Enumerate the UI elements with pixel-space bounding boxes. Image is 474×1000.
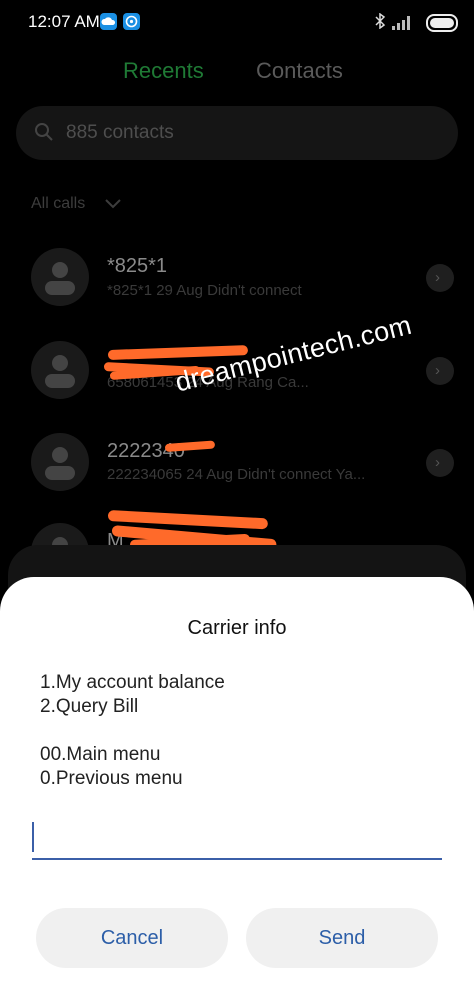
ussd-menu-line: 2.Query Bill bbox=[40, 696, 139, 717]
ussd-menu-line: 0.Previous menu bbox=[40, 768, 183, 789]
tab-recents[interactable]: Recents bbox=[123, 58, 204, 84]
call-detail: 222234065 24 Aug Didn't connect Ya... bbox=[107, 466, 366, 483]
messenger-app-icon bbox=[123, 13, 140, 30]
call-info-arrow-icon[interactable]: › bbox=[426, 449, 454, 477]
search-bar[interactable]: 885 contacts bbox=[16, 106, 458, 160]
tab-contacts[interactable]: Contacts bbox=[256, 58, 343, 84]
call-detail: *825*1 29 Aug Didn't connect bbox=[107, 282, 302, 299]
status-time: 12:07 AM bbox=[28, 12, 100, 31]
call-filter-label[interactable]: All calls bbox=[31, 195, 85, 213]
signal-icon bbox=[392, 16, 414, 35]
avatar bbox=[31, 433, 89, 491]
carrier-info-dialog: Carrier info 1.My account balance 2.Quer… bbox=[0, 577, 474, 1000]
avatar bbox=[31, 248, 89, 306]
search-input[interactable]: 885 contacts bbox=[66, 122, 174, 144]
ussd-response-field[interactable] bbox=[32, 820, 442, 860]
chevron-down-icon[interactable] bbox=[104, 196, 122, 214]
send-button[interactable]: Send bbox=[246, 908, 438, 968]
ussd-menu-line: 1.My account balance bbox=[40, 672, 225, 693]
search-icon bbox=[34, 122, 54, 147]
call-log-item[interactable]: 2222340 222234065 24 Aug Didn't connect … bbox=[0, 428, 474, 508]
bluetooth-icon bbox=[374, 12, 386, 33]
cancel-button[interactable]: Cancel bbox=[36, 908, 228, 968]
ussd-menu-line: 00.Main menu bbox=[40, 744, 161, 765]
tab-bar: Recents Contacts bbox=[0, 58, 474, 92]
status-bar: 12:07 AM bbox=[0, 0, 474, 44]
call-info-arrow-icon[interactable]: › bbox=[426, 264, 454, 292]
cloud-app-icon bbox=[100, 13, 117, 30]
avatar bbox=[31, 341, 89, 399]
call-name: *825*1 bbox=[107, 255, 168, 277]
call-info-arrow-icon[interactable]: › bbox=[426, 357, 454, 385]
ussd-response-input[interactable] bbox=[32, 820, 442, 860]
battery-icon bbox=[426, 14, 458, 32]
text-cursor bbox=[32, 822, 34, 852]
dialog-title: Carrier info bbox=[187, 617, 287, 639]
